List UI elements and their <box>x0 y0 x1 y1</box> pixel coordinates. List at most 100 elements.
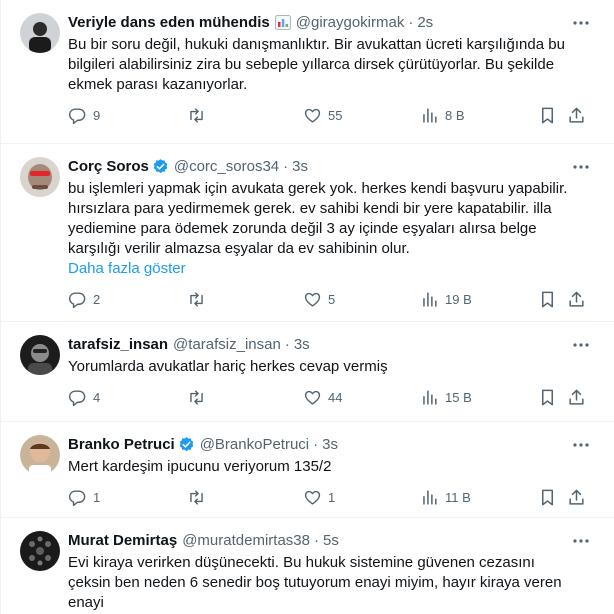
more-options-icon[interactable] <box>572 436 590 454</box>
tweet[interactable]: tarafsiz_insan @tarafsiz_insan · 3s Yoru… <box>1 322 614 422</box>
avatar[interactable] <box>20 13 60 53</box>
tweet[interactable]: Murat Demirtaş @muratdemirtas38 · 5s Evi… <box>1 518 614 614</box>
separator-dot: · <box>284 336 290 353</box>
tweet-text: Mert kardeşim ipucunu veriyorum 135/2 <box>68 458 332 475</box>
bookmark-button[interactable] <box>538 388 557 407</box>
action-bar: 9 55 8 B <box>68 97 598 135</box>
analytics-icon <box>423 108 437 123</box>
views-button[interactable]: 19 B <box>420 290 472 309</box>
tweet-header: Veriyle dans eden mühendis @giraygokirma… <box>68 11 598 34</box>
retweet-icon <box>190 490 203 505</box>
timestamp[interactable]: 3s <box>292 158 308 175</box>
tweet[interactable]: Corç Soros @corc_soros34 · 3s bu işlemle… <box>1 144 614 322</box>
views-button[interactable]: 8 B <box>420 106 465 125</box>
user-handle[interactable]: @corc_soros34 <box>174 158 279 175</box>
share-button[interactable] <box>567 106 586 125</box>
heart-icon <box>304 390 321 405</box>
user-handle[interactable]: @muratdemirtas38 <box>182 532 310 549</box>
verified-badge-icon <box>152 158 169 175</box>
more-options-icon[interactable] <box>572 336 590 354</box>
share-icon <box>569 291 584 307</box>
tweet-text: bu işlemleri yapmak için avukata gerek y… <box>68 180 568 257</box>
action-bar: 1 1 11 B <box>68 479 598 517</box>
timestamp[interactable]: 3s <box>294 336 310 353</box>
timestamp[interactable]: 3s <box>322 436 338 453</box>
like-count: 55 <box>328 108 343 123</box>
tweet-text: Yorumlarda avukatlar hariç herkes cevap … <box>68 358 388 375</box>
reply-icon <box>68 292 86 309</box>
retweet-icon <box>190 108 203 123</box>
more-options-icon[interactable] <box>572 158 590 176</box>
retweet-icon <box>190 292 203 307</box>
display-name[interactable]: Veriyle dans eden mühendis <box>68 14 270 31</box>
heart-icon <box>304 490 321 505</box>
share-icon <box>569 389 584 405</box>
user-handle[interactable]: @BrankoPetruci <box>200 436 309 453</box>
tweet[interactable]: Branko Petruci @BrankoPetruci · 3s Mert … <box>1 422 614 518</box>
avatar[interactable] <box>20 435 60 475</box>
bar-chart-emoji-icon <box>274 15 291 30</box>
verified-badge-icon <box>178 436 195 453</box>
like-count: 5 <box>328 292 336 307</box>
bookmark-icon <box>541 489 554 506</box>
show-more-link[interactable]: Daha fazla göster <box>68 259 598 279</box>
timestamp[interactable]: 5s <box>323 532 339 549</box>
separator-dot: · <box>283 158 289 175</box>
tweet-header: Corç Soros @corc_soros34 · 3s <box>68 155 598 178</box>
reply-count: 1 <box>93 490 101 505</box>
display-name[interactable]: Murat Demirtaş <box>68 532 177 549</box>
user-handle[interactable]: @tarafsiz_insan <box>173 336 281 353</box>
timestamp[interactable]: 2s <box>417 14 433 31</box>
display-name[interactable]: Corç Soros <box>68 158 149 175</box>
view-count: 19 B <box>445 292 472 307</box>
bookmark-button[interactable] <box>538 106 557 125</box>
bookmark-icon <box>541 389 554 406</box>
avatar[interactable] <box>20 335 60 375</box>
reply-button[interactable]: 1 <box>68 488 100 507</box>
reply-count: 2 <box>93 292 101 307</box>
more-options-icon[interactable] <box>572 14 590 32</box>
reply-count: 9 <box>93 108 101 123</box>
retweet-button[interactable] <box>187 488 212 507</box>
view-count: 8 B <box>445 108 465 123</box>
like-button[interactable]: 44 <box>303 388 342 407</box>
reply-button[interactable]: 9 <box>68 106 100 125</box>
reply-icon <box>68 390 86 407</box>
like-count: 44 <box>328 390 343 405</box>
views-button[interactable]: 11 B <box>420 488 471 507</box>
separator-dot: · <box>313 436 319 453</box>
tweet-header: tarafsiz_insan @tarafsiz_insan · 3s <box>68 333 598 356</box>
avatar[interactable] <box>20 531 60 571</box>
user-handle[interactable]: @giraygokirmak <box>296 14 405 31</box>
avatar[interactable] <box>20 157 60 197</box>
heart-icon <box>304 108 321 123</box>
share-button[interactable] <box>567 488 586 507</box>
separator-dot: · <box>408 14 414 31</box>
bookmark-button[interactable] <box>538 488 557 507</box>
share-button[interactable] <box>567 290 586 309</box>
reply-button[interactable]: 2 <box>68 290 100 309</box>
separator-dot: · <box>313 532 319 549</box>
retweet-button[interactable] <box>187 388 212 407</box>
views-button[interactable]: 15 B <box>420 388 472 407</box>
more-options-icon[interactable] <box>572 532 590 550</box>
retweet-button[interactable] <box>187 106 212 125</box>
reply-feed: Veriyle dans eden mühendis @giraygokirma… <box>0 0 614 614</box>
reply-button[interactable]: 4 <box>68 388 100 407</box>
display-name[interactable]: tarafsiz_insan <box>68 336 168 353</box>
retweet-button[interactable] <box>187 290 212 309</box>
like-button[interactable]: 5 <box>303 290 335 309</box>
analytics-icon <box>423 390 437 405</box>
like-button[interactable]: 55 <box>303 106 342 125</box>
retweet-icon <box>190 390 203 405</box>
display-name[interactable]: Branko Petruci <box>68 436 175 453</box>
heart-icon <box>304 292 321 307</box>
tweet[interactable]: Veriyle dans eden mühendis @giraygokirma… <box>1 0 614 144</box>
reply-icon <box>68 108 86 125</box>
analytics-icon <box>423 490 437 505</box>
tweet-text: Bu bir soru değil, hukuki danışmanlıktır… <box>68 36 565 93</box>
bookmark-button[interactable] <box>538 290 557 309</box>
share-icon <box>569 107 584 123</box>
share-button[interactable] <box>567 388 586 407</box>
like-button[interactable]: 1 <box>303 488 335 507</box>
